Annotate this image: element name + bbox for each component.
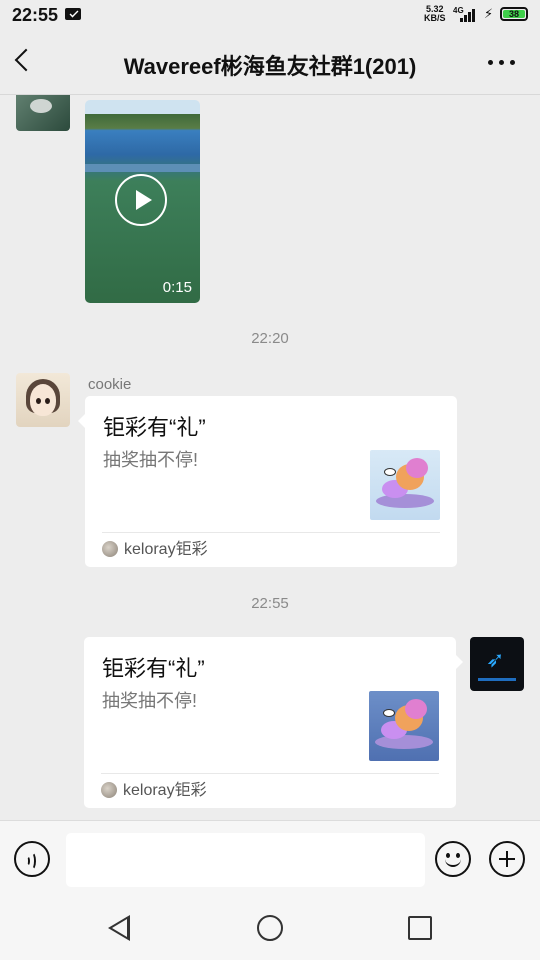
source-logo-icon bbox=[102, 541, 118, 557]
nav-home-icon[interactable] bbox=[257, 915, 283, 941]
battery-level: 38 bbox=[508, 9, 519, 19]
card-title: 钜彩有“礼” bbox=[102, 656, 205, 681]
voice-input-icon[interactable] bbox=[14, 841, 50, 877]
shared-link-card[interactable]: 钜彩有“礼” 抽奖抽不停! keloray钜彩 bbox=[84, 637, 463, 808]
video-duration: 0:15 bbox=[162, 279, 192, 296]
card-source: keloray钜彩 bbox=[123, 782, 207, 799]
card-divider bbox=[101, 773, 439, 774]
system-navigation-bar bbox=[0, 900, 540, 960]
emoji-icon[interactable] bbox=[435, 841, 471, 877]
card-divider bbox=[102, 532, 440, 533]
sagittarius-arrow-icon: ➶ bbox=[486, 647, 505, 672]
video-message[interactable]: 0:15 bbox=[85, 100, 200, 303]
status-bar: 22:55 5.32 KB/S 4G ⚡ 38 bbox=[0, 0, 540, 32]
mail-icon bbox=[65, 8, 81, 20]
network-speed: 5.32 KB/S bbox=[424, 5, 446, 23]
avatar-self[interactable]: ➶ bbox=[470, 637, 524, 691]
card-thumbnail bbox=[370, 450, 440, 520]
card-thumbnail bbox=[369, 691, 439, 761]
shared-link-card[interactable]: 钜彩有“礼” 抽奖抽不停! keloray钜彩 bbox=[78, 396, 457, 567]
signal-icon bbox=[460, 8, 478, 22]
input-bar bbox=[0, 820, 540, 901]
card-description: 抽奖抽不停! bbox=[102, 691, 198, 711]
status-time: 22:55 bbox=[12, 5, 59, 25]
card-description: 抽奖抽不停! bbox=[103, 450, 199, 470]
sender-name: cookie bbox=[88, 376, 132, 393]
message-input[interactable] bbox=[66, 833, 425, 887]
source-logo-icon bbox=[101, 782, 117, 798]
battery-icon: 38 bbox=[500, 7, 528, 21]
message-timestamp: 22:55 bbox=[251, 595, 289, 612]
avatar[interactable] bbox=[16, 95, 70, 131]
card-title: 钜彩有“礼” bbox=[103, 415, 206, 440]
avatar-cookie[interactable] bbox=[16, 373, 70, 427]
message-list[interactable]: 0:15 22:20 cookie 钜彩有“礼” 抽奖抽不停! keloray钜… bbox=[0, 95, 540, 820]
charging-icon: ⚡ bbox=[484, 6, 494, 21]
chat-header: Wavereef彬海鱼友社群1(201) bbox=[0, 32, 540, 95]
chat-title: Wavereef彬海鱼友社群1(201) bbox=[123, 54, 417, 79]
card-source: keloray钜彩 bbox=[124, 541, 208, 558]
message-timestamp: 22:20 bbox=[251, 330, 289, 347]
play-icon[interactable] bbox=[115, 174, 167, 226]
nav-recent-apps-icon[interactable] bbox=[408, 916, 432, 940]
plus-icon[interactable] bbox=[489, 841, 525, 877]
nav-back-icon[interactable] bbox=[108, 915, 130, 941]
more-options-icon[interactable] bbox=[488, 60, 516, 66]
network-speed-unit: KB/S bbox=[424, 13, 446, 23]
back-arrow-icon[interactable] bbox=[14, 48, 38, 72]
